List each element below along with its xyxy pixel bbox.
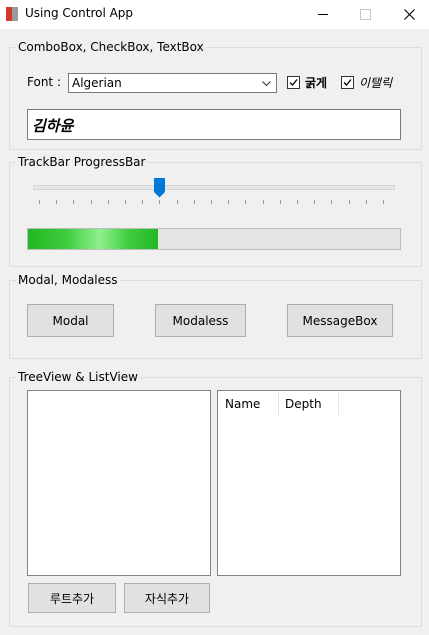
trackbar-tick [193,200,195,204]
italic-label: 이탤릭 [359,76,393,90]
trackbar-tick [297,200,298,204]
bold-label: 굵게 [305,76,328,90]
font-combobox-value: Algerian [72,76,122,90]
trackbar-tick [142,200,144,204]
progress-fill [28,229,159,249]
trackbar-track [33,185,395,190]
list-view[interactable]: Name Depth [217,390,401,576]
maximize-icon [359,9,371,20]
title-bar[interactable]: Using Control App [0,0,429,29]
trackbar-tick [228,200,230,204]
trackbar-tick [245,200,247,204]
progress-bar [27,228,401,250]
trackbar[interactable] [33,178,395,206]
trackbar-tick [176,200,178,204]
modal-button[interactable]: Modal [27,304,114,337]
column-divider [278,393,279,415]
column-divider [338,393,339,415]
trackbar-tick [107,200,109,204]
trackbar-tick [314,200,316,204]
trackbar-thumb[interactable] [154,178,166,198]
group-legend: TreeView & ListView [16,370,140,385]
trackbar-tick [262,200,264,204]
trackbar-tick [125,200,126,204]
trackbar-tick [211,200,212,204]
trackbar-tick [56,200,58,204]
font-label: Font : [27,75,61,89]
minimize-icon [318,14,328,15]
messagebox-button[interactable]: MessageBox [287,304,393,337]
column-header-name[interactable]: Name [225,397,260,411]
chevron-down-icon [262,81,271,87]
group-legend: ComboBox, CheckBox, TextBox [16,40,206,55]
trackbar-tick [348,200,350,204]
add-child-button[interactable]: 자식추가 [124,583,210,613]
close-button[interactable] [386,0,429,29]
trackbar-tick [383,200,384,204]
font-combobox[interactable]: Algerian [68,73,277,93]
checkmark-icon [343,79,352,86]
maximize-button[interactable] [342,0,388,29]
trackbar-tick [73,200,75,204]
text-input[interactable]: 김하윤 [27,109,401,140]
modaless-button[interactable]: Modaless [155,304,246,337]
tree-view[interactable] [27,390,211,576]
trackbar-tick [279,200,281,204]
list-header: Name Depth [218,391,400,417]
trackbar-tick [90,200,92,204]
group-legend: TrackBar ProgressBar [16,155,148,170]
trackbar-tick [159,200,161,204]
close-icon [403,9,415,20]
minimize-button[interactable] [300,0,346,29]
trackbar-tick [39,200,40,204]
column-header-depth[interactable]: Depth [285,397,322,411]
checkmark-icon [289,79,298,86]
trackbar-thumb-icon [154,178,166,198]
window-title: Using Control App [25,6,134,20]
italic-checkbox[interactable] [341,76,354,89]
group-legend: Modal, Modaless [16,273,120,288]
trackbar-tick [331,200,333,204]
text-input-value: 김하윤 [32,117,74,135]
app-icon [6,7,18,21]
bold-checkbox[interactable] [287,76,300,89]
trackbar-tick [365,200,367,204]
add-root-button[interactable]: 루트추가 [28,583,116,613]
